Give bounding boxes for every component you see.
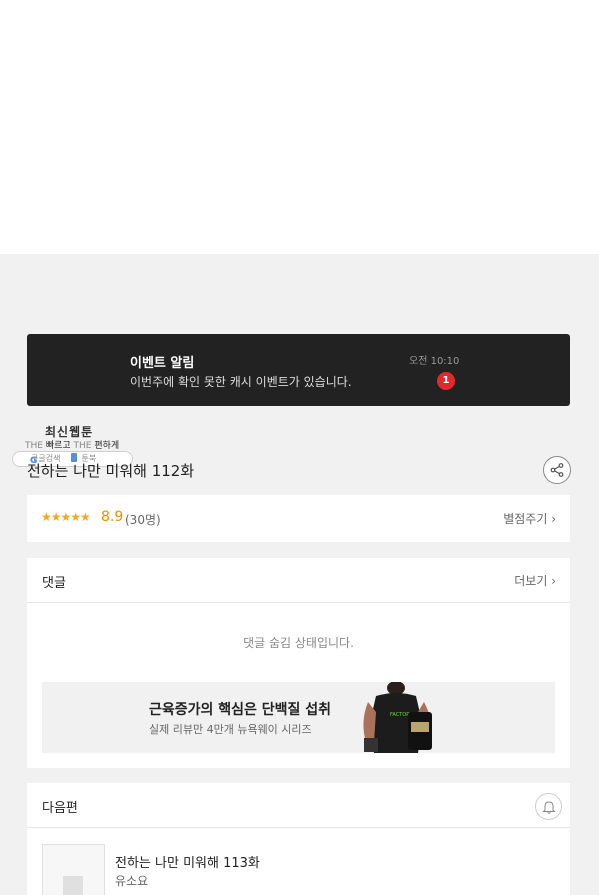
ad-product-image: FACTORY: [363, 682, 432, 753]
comments-header: 댓글 더보기 ›: [27, 558, 570, 603]
bell-icon: [542, 801, 556, 814]
top-blank-area: [0, 0, 599, 254]
share-icon: [550, 463, 564, 477]
notification-title: 이벤트 알림: [130, 356, 195, 371]
comments-card: 댓글 더보기 › 댓글 숨김 상태입니다. 근육증가의 핵심은 단백질 섭취 실…: [27, 558, 570, 768]
ad-title: 근육증가의 핵심은 단백질 섭취: [149, 702, 332, 718]
next-episode-title[interactable]: 전하는 나만 미워해 113화: [115, 852, 260, 871]
share-button[interactable]: [543, 456, 571, 484]
event-notification[interactable]: 이벤트 알림 이번주에 확인 못한 캐시 이벤트가 있습니다. 오전 10:10…: [27, 334, 570, 406]
comments-title: 댓글: [42, 576, 66, 591]
episode-title: 전하는 나만 미워해 112화: [27, 462, 195, 480]
notify-button[interactable]: [535, 793, 562, 820]
ad-banner[interactable]: 근육증가의 핵심은 단백질 섭취 실제 리뷰만 4만개 뉴욕웨이 시리즈 FAC…: [42, 682, 555, 753]
next-episode-header: 다음편: [27, 783, 570, 828]
logo-slogan: THE 빠르고 THE 편하게: [25, 438, 119, 451]
notification-message: 이번주에 확인 못한 캐시 이벤트가 있습니다.: [130, 375, 352, 389]
notification-count-badge: 1: [437, 372, 455, 390]
logo-slogan-fast: 빠르고: [45, 441, 71, 451]
notification-time: 오전 10:10: [409, 356, 460, 367]
logo-slogan-easy: 편하게: [94, 441, 120, 451]
comments-more-link[interactable]: 더보기 ›: [514, 572, 556, 589]
rating-card: ★★★★★ 8.9 (30명) 별점주기 ›: [27, 495, 570, 542]
comments-hidden-message: 댓글 숨김 상태입니다.: [243, 636, 354, 650]
rate-button[interactable]: 별점주기 ›: [503, 510, 556, 527]
next-episode-card: 다음편 전하는 나만 미워해 113화 유소요: [27, 783, 570, 895]
next-episode-section-title: 다음편: [42, 801, 78, 816]
thumbnail-placeholder-icon: [63, 876, 83, 895]
rating-stars: ★★★★★: [41, 510, 91, 524]
next-episode-thumbnail[interactable]: [42, 844, 105, 895]
logo-slogan-the: THE: [25, 441, 43, 451]
logo-slogan-the-2: THE: [73, 441, 92, 451]
ad-subtitle: 실제 리뷰만 4만개 뉴욕웨이 시리즈: [149, 723, 312, 736]
rating-score: 8.9: [101, 509, 124, 525]
next-episode-author: 유소요: [115, 874, 149, 888]
rating-count: (30명): [125, 513, 161, 527]
